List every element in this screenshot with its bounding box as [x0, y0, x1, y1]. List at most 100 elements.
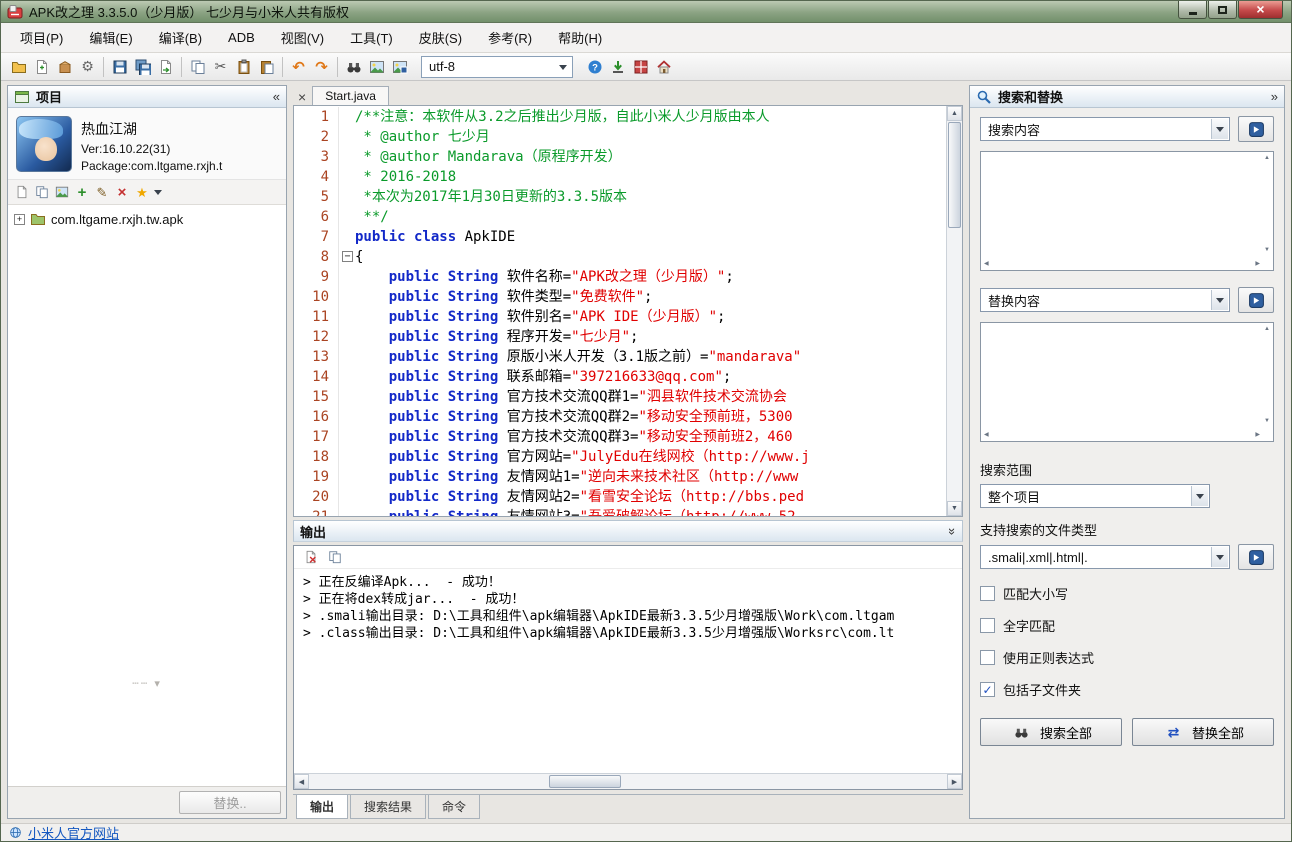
scroll-up-icon[interactable]	[1264, 326, 1270, 332]
menu-item[interactable]: 皮肤(S)	[406, 23, 475, 52]
add-icon[interactable]	[72, 182, 92, 202]
save-icon[interactable]	[108, 56, 131, 78]
collapse-output-icon[interactable]	[945, 527, 960, 534]
search-all-button[interactable]: 搜索全部	[980, 718, 1122, 746]
checkbox[interactable]	[980, 618, 995, 633]
open-folder-icon[interactable]	[7, 56, 30, 78]
close-button[interactable]	[1238, 1, 1283, 19]
website-link[interactable]: 小米人官方网站	[28, 823, 119, 842]
package-icon[interactable]	[53, 56, 76, 78]
replace-options-button[interactable]	[1238, 287, 1274, 313]
menu-item[interactable]: 视图(V)	[268, 23, 337, 52]
search-dropdown[interactable]	[1211, 119, 1228, 139]
cut-icon[interactable]	[209, 56, 232, 78]
checkbox[interactable]	[980, 650, 995, 665]
home-icon[interactable]	[652, 56, 675, 78]
scroll-right-icon[interactable]	[1255, 431, 1260, 438]
expand-icon[interactable]: +	[14, 214, 25, 225]
download-icon[interactable]	[606, 56, 629, 78]
new-project-icon[interactable]	[30, 56, 53, 78]
clear-output-icon[interactable]	[301, 547, 321, 567]
snapshot-icon[interactable]	[388, 56, 411, 78]
chevron-down-icon[interactable]	[154, 190, 162, 195]
replace-all-button[interactable]: 替换全部	[1132, 718, 1274, 746]
replace-button[interactable]: 替换..	[179, 791, 281, 814]
menu-item[interactable]: 编辑(E)	[76, 23, 145, 52]
replace-history-list[interactable]	[980, 322, 1274, 442]
bottom-tab[interactable]: 搜索结果	[350, 795, 426, 819]
checkbox[interactable]	[980, 586, 995, 601]
filetype-dropdown[interactable]	[1211, 547, 1228, 567]
scope-select[interactable]: 整个项目	[980, 484, 1210, 508]
find-icon[interactable]	[342, 56, 365, 78]
undo-icon[interactable]	[287, 56, 310, 78]
menu-item[interactable]: 帮助(H)	[545, 23, 615, 52]
scroll-up-icon[interactable]	[947, 106, 962, 121]
image-icon[interactable]	[365, 56, 388, 78]
close-tab-icon[interactable]	[296, 90, 308, 105]
redo-icon[interactable]	[310, 56, 333, 78]
encoding-combo[interactable]: utf-8	[421, 56, 573, 78]
scope-dropdown[interactable]	[1191, 486, 1208, 506]
fold-toggle-icon[interactable]: −	[342, 251, 353, 262]
tab-start-java[interactable]: Start.java	[312, 86, 389, 105]
splitter-handle[interactable]	[132, 677, 162, 690]
bottom-tab[interactable]: 输出	[296, 795, 348, 819]
settings-icon[interactable]	[76, 56, 99, 78]
scroll-down-icon[interactable]	[947, 501, 962, 516]
scroll-up-icon[interactable]	[1264, 155, 1270, 161]
search-history-list[interactable]	[980, 151, 1274, 271]
scroll-right-icon[interactable]	[1255, 260, 1260, 267]
scroll-left-icon[interactable]	[984, 260, 989, 267]
title-bar[interactable]: APK改之理 3.3.5.0（少月版） 七少月与小米人共有版权	[1, 1, 1291, 23]
checkbox-row[interactable]: 匹配大小写	[980, 584, 1274, 603]
menu-item[interactable]: 项目(P)	[7, 23, 76, 52]
bottom-tab[interactable]: 命令	[428, 795, 480, 819]
copy-icon[interactable]	[32, 182, 52, 202]
star-icon[interactable]	[132, 182, 152, 202]
checkbox-row[interactable]: 使用正则表达式	[980, 648, 1274, 667]
checkbox[interactable]	[980, 682, 995, 697]
clipboard-icon[interactable]	[255, 56, 278, 78]
menu-item[interactable]: 参考(R)	[475, 23, 545, 52]
collapse-search-icon[interactable]	[1271, 89, 1278, 104]
menu-item[interactable]: 工具(T)	[337, 23, 406, 52]
collapse-panel-icon[interactable]	[273, 89, 280, 104]
output-text[interactable]: > 正在反编译Apk... - 成功！> 正在将dex转成jar... - 成功…	[294, 569, 962, 773]
checkbox-row[interactable]: 全字匹配	[980, 616, 1274, 635]
search-input[interactable]: 搜索内容	[980, 117, 1230, 141]
menu-item[interactable]: 编译(B)	[146, 23, 215, 52]
vscrollbar-track[interactable]	[947, 229, 962, 501]
filetype-options-button[interactable]	[1238, 544, 1274, 570]
output-hscrollbar[interactable]	[294, 773, 962, 789]
edit-icon[interactable]	[92, 182, 112, 202]
import-icon[interactable]	[154, 56, 177, 78]
scroll-right-icon[interactable]	[947, 774, 962, 789]
checkbox-row[interactable]: 包括子文件夹	[980, 680, 1274, 699]
copy-output-icon[interactable]	[325, 547, 345, 567]
scroll-left-icon[interactable]	[984, 431, 989, 438]
tree-item[interactable]: + com.ltgame.rxjh.tw.apk	[14, 210, 280, 228]
search-options-button[interactable]	[1238, 116, 1274, 142]
menu-item[interactable]: ADB	[215, 25, 268, 50]
filetype-select[interactable]: .smali|.xml|.html|.	[980, 545, 1230, 569]
save-all-icon[interactable]	[131, 56, 154, 78]
vscrollbar-thumb[interactable]	[948, 122, 961, 228]
replace-dropdown[interactable]	[1211, 290, 1228, 310]
stop-icon[interactable]	[629, 56, 652, 78]
scroll-down-icon[interactable]	[1264, 247, 1270, 253]
image-icon[interactable]	[52, 182, 72, 202]
project-tree[interactable]: + com.ltgame.rxjh.tw.apk	[8, 205, 286, 786]
scroll-down-icon[interactable]	[1264, 418, 1270, 424]
hscrollbar-thumb[interactable]	[549, 775, 621, 788]
new-file-icon[interactable]	[12, 182, 32, 202]
help-icon[interactable]: ?	[583, 56, 606, 78]
editor-vscrollbar[interactable]	[946, 106, 962, 516]
minimize-button[interactable]	[1178, 1, 1207, 19]
maximize-button[interactable]	[1208, 1, 1237, 19]
code-editor[interactable]: 1/**注意：本软件从3.2之后推出少月版，自此小米人少月版由本人2 * @au…	[293, 105, 963, 517]
paste-icon[interactable]	[232, 56, 255, 78]
close-red-icon[interactable]	[112, 182, 132, 202]
replace-input[interactable]: 替换内容	[980, 288, 1230, 312]
copy-icon[interactable]	[186, 56, 209, 78]
